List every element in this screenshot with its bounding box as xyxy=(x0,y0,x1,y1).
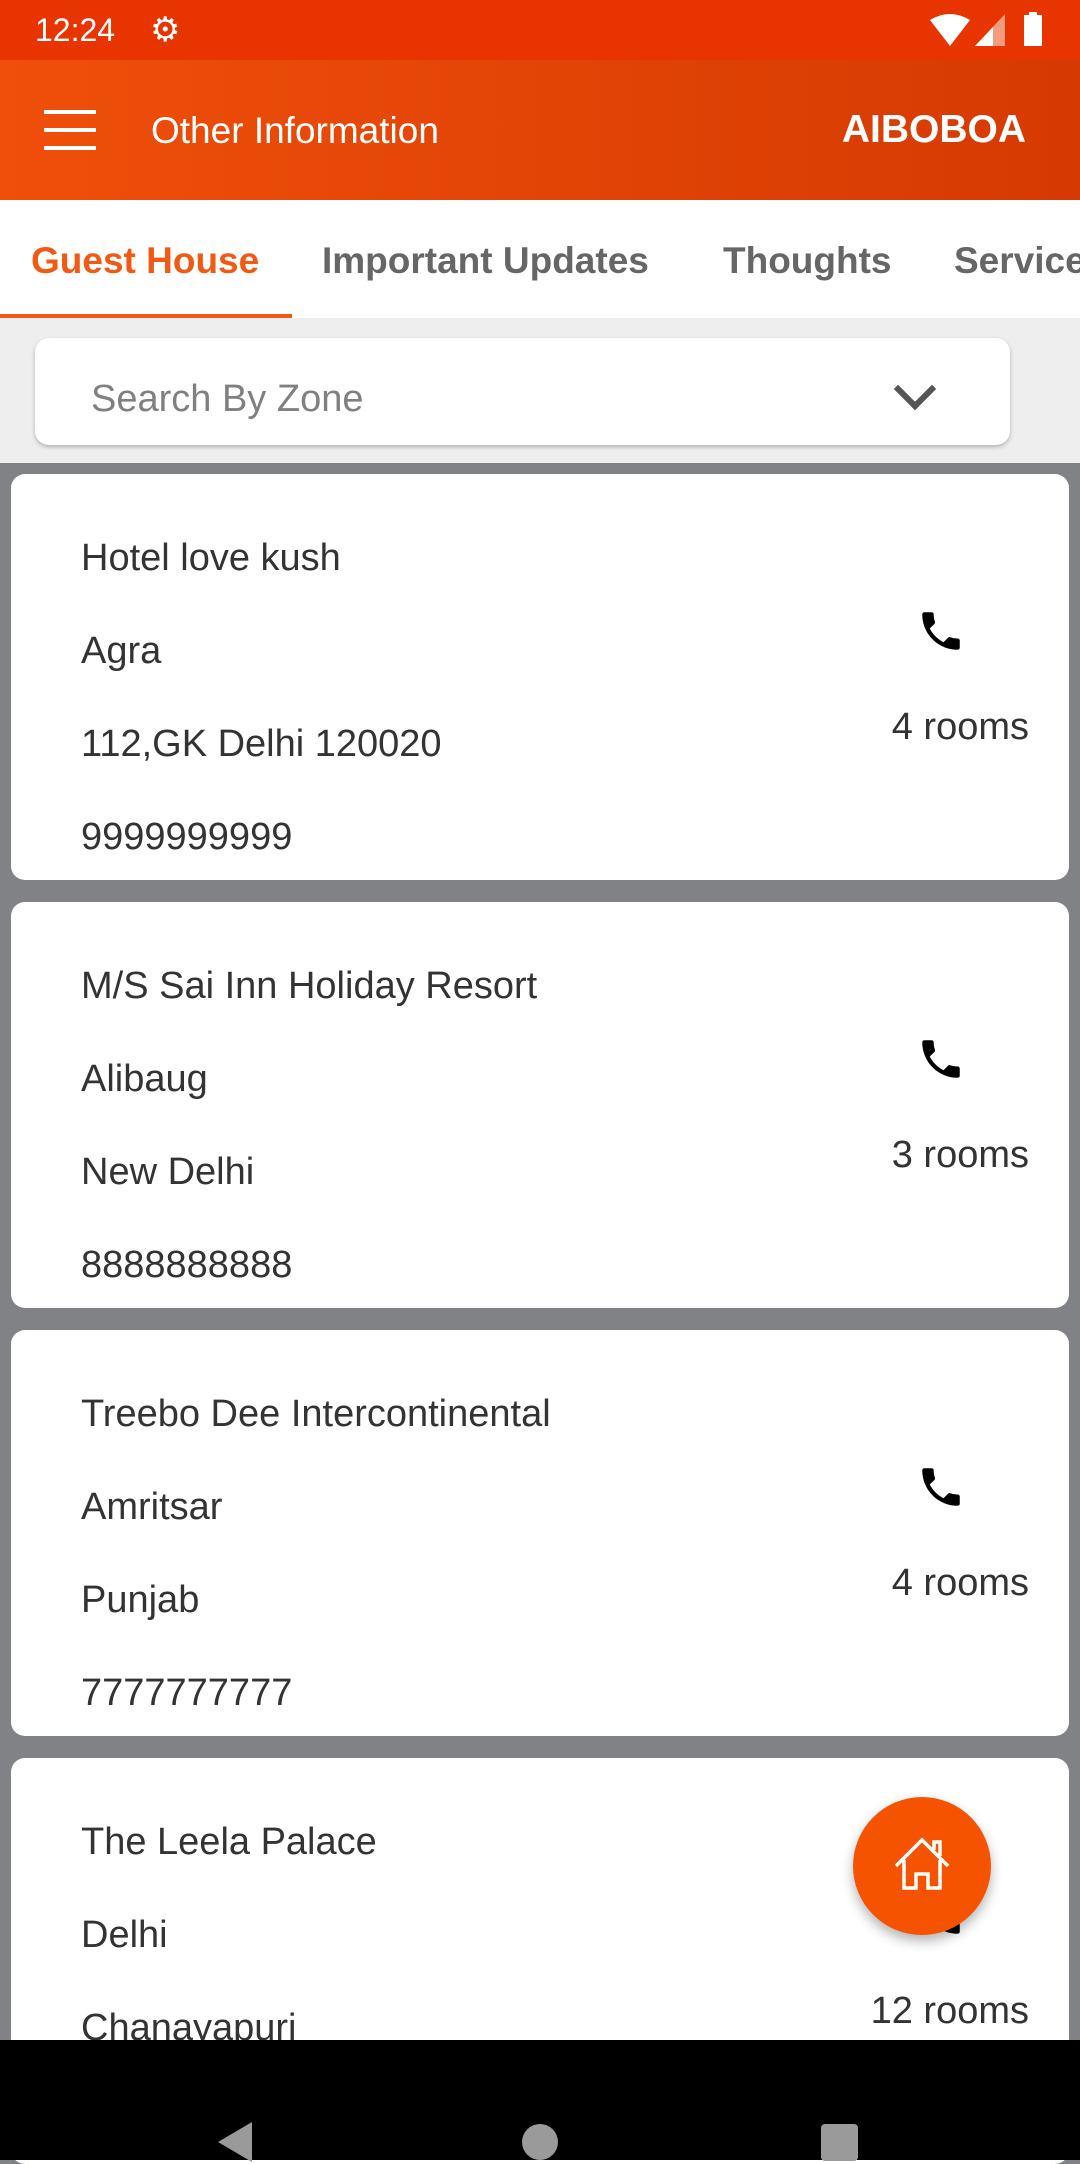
room-count: 4 rooms xyxy=(891,706,1029,748)
hotel-name: Treebo Dee Intercontinental xyxy=(81,1393,551,1435)
system-nav-bar xyxy=(0,2040,1080,2162)
home-icon xyxy=(894,1837,950,1890)
tab-important-updates[interactable]: Important Updates xyxy=(322,240,649,282)
hotel-city: Delhi xyxy=(81,1914,168,1956)
hotel-name: Hotel love kush xyxy=(81,537,341,579)
hotel-phone: 8888888888 xyxy=(81,1244,293,1286)
search-area: Search By Zone xyxy=(0,318,1080,463)
hotel-name: M/S Sai Inn Holiday Resort xyxy=(81,965,538,1007)
hotel-city: Amritsar xyxy=(81,1486,223,1528)
page-title: Other Information xyxy=(151,110,439,151)
hotel-city: Agra xyxy=(81,630,162,672)
zone-placeholder: Search By Zone xyxy=(91,378,364,420)
guest-house-card[interactable]: Treebo Dee Intercontinental Amritsar Pun… xyxy=(11,1330,1069,1736)
guest-house-card[interactable]: Hotel love kush Agra 112,GK Delhi 120020… xyxy=(11,474,1069,880)
tab-service[interactable]: Service xyxy=(954,240,1080,282)
hotel-phone: 7777777777 xyxy=(81,1672,293,1714)
battery-icon xyxy=(1024,12,1042,46)
brand-label: AIBOBOA xyxy=(841,108,1026,151)
tab-bar: Guest House Important Updates Thoughts S… xyxy=(0,200,1080,318)
hotel-name: The Leela Palace xyxy=(81,1821,377,1863)
phone-icon[interactable] xyxy=(916,606,966,656)
hotel-address: New Delhi xyxy=(81,1151,255,1193)
status-time: 12:24 xyxy=(35,12,116,48)
hotel-address: Punjab xyxy=(81,1579,200,1621)
signal-icon xyxy=(975,14,1005,46)
room-count: 12 rooms xyxy=(870,1990,1029,2032)
recents-icon[interactable] xyxy=(821,2124,858,2161)
app-bar: Other Information AIBOBOA xyxy=(0,60,1080,200)
room-count: 4 rooms xyxy=(891,1562,1029,1604)
guest-house-card[interactable]: M/S Sai Inn Holiday Resort Alibaug New D… xyxy=(11,902,1069,1308)
tab-guest-house[interactable]: Guest House xyxy=(31,240,259,282)
back-icon[interactable] xyxy=(218,2122,252,2162)
wifi-icon xyxy=(930,14,970,46)
hotel-city: Alibaug xyxy=(81,1058,208,1100)
phone-icon[interactable] xyxy=(916,1462,966,1512)
tab-thoughts[interactable]: Thoughts xyxy=(723,240,892,282)
gear-icon: ⚙ xyxy=(150,11,181,49)
home-nav-icon[interactable] xyxy=(522,2124,558,2160)
hamburger-icon[interactable] xyxy=(44,110,96,150)
hotel-phone: 9999999999 xyxy=(81,816,293,858)
hotel-address: 112,GK Delhi 120020 xyxy=(81,723,442,765)
zone-dropdown[interactable]: Search By Zone xyxy=(35,338,1010,445)
chevron-down-icon xyxy=(893,367,937,411)
phone-icon[interactable] xyxy=(916,1034,966,1084)
room-count: 3 rooms xyxy=(891,1134,1029,1176)
status-bar: 12:24 ⚙ xyxy=(0,0,1080,60)
home-fab-button[interactable] xyxy=(853,1797,991,1935)
